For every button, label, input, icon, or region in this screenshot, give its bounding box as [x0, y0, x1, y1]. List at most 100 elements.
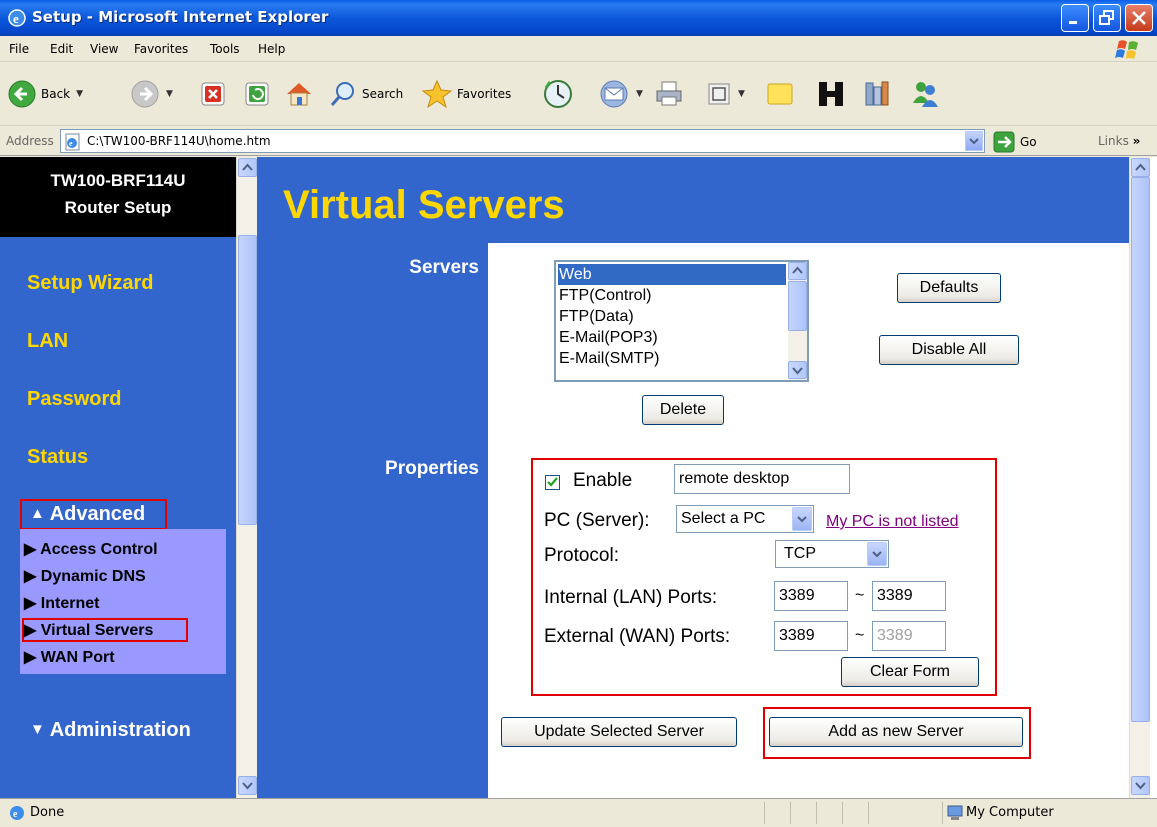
submenu-dynamic-dns[interactable]: ▶ Dynamic DNS: [24, 566, 146, 586]
enable-checkbox[interactable]: [545, 475, 560, 490]
pc-select-arrow[interactable]: [792, 507, 812, 531]
servers-listbox[interactable]: Web FTP(Control) FTP(Data) E-Mail(POP3) …: [554, 260, 809, 382]
links-button[interactable]: Links »: [1098, 134, 1140, 148]
menu-edit[interactable]: Edit: [50, 42, 73, 56]
enable-label: Enable: [573, 470, 633, 491]
address-dropdown-button[interactable]: [965, 131, 983, 151]
list-scroll-down-button[interactable]: [788, 361, 807, 379]
chevron-up-icon: [1135, 163, 1146, 171]
scroll-down-button[interactable]: [238, 776, 257, 795]
disable-all-button[interactable]: Disable All: [879, 335, 1019, 365]
scroll-up-button[interactable]: [238, 158, 257, 177]
left-scrollbar[interactable]: [236, 157, 257, 798]
windows-logo-icon: [1113, 38, 1143, 60]
edit-dropdown-icon[interactable]: ▼: [738, 89, 745, 99]
print-icon: [656, 81, 682, 106]
scroll-thumb[interactable]: [238, 235, 257, 525]
defaults-button[interactable]: Defaults: [897, 273, 1001, 303]
nav-administration[interactable]: ▼ Administration: [30, 719, 191, 742]
submenu-wan-port[interactable]: ▶ WAN Port: [24, 647, 115, 667]
favorites-button[interactable]: Favorites: [421, 76, 511, 112]
listbox-scrollbar[interactable]: [788, 262, 807, 380]
list-scroll-up-button[interactable]: [788, 262, 807, 280]
external-port-start-input[interactable]: 3389: [774, 621, 848, 651]
discuss-button[interactable]: [765, 76, 795, 112]
server-option-pop3[interactable]: E-Mail(POP3): [558, 327, 786, 348]
mail-dropdown-icon[interactable]: ▼: [636, 89, 643, 99]
add-new-server-button[interactable]: Add as new Server: [769, 717, 1023, 747]
messenger-button[interactable]: [910, 76, 940, 112]
server-option-ftp-data[interactable]: FTP(Data): [558, 306, 786, 327]
page-scroll-up-button[interactable]: [1131, 158, 1150, 177]
server-option-ftp-control[interactable]: FTP(Control): [558, 285, 786, 306]
minimize-icon: [1069, 21, 1077, 24]
internal-port-end-input[interactable]: 3389: [872, 581, 946, 611]
submenu-internet-label: Internet: [40, 595, 100, 612]
menu-file[interactable]: File: [9, 42, 29, 56]
forward-button[interactable]: ▼: [130, 76, 173, 112]
menu-help[interactable]: Help: [258, 42, 285, 56]
server-option-smtp[interactable]: E-Mail(SMTP): [558, 348, 786, 369]
restore-button[interactable]: [1093, 4, 1121, 32]
minimize-button[interactable]: [1061, 4, 1089, 32]
stop-button[interactable]: [200, 76, 226, 112]
mail-button[interactable]: ▼: [598, 76, 643, 112]
mail-icon: [600, 80, 628, 108]
media-button[interactable]: [862, 76, 892, 112]
address-input[interactable]: e C:\TW100-BRF114U\home.htm: [60, 129, 985, 153]
history-button[interactable]: [542, 76, 574, 112]
nav-lan[interactable]: LAN: [27, 330, 68, 353]
update-selected-server-button[interactable]: Update Selected Server: [501, 717, 737, 747]
back-button[interactable]: Back ▼: [7, 76, 83, 112]
favorites-label: Favorites: [457, 87, 512, 101]
triangle-right-icon: ▶: [24, 622, 37, 639]
submenu-access-control[interactable]: ▶ Access Control: [24, 539, 158, 559]
nav-password[interactable]: Password: [27, 388, 121, 411]
protocol-select[interactable]: TCP: [775, 540, 889, 568]
standard-toolbar: Back ▼ ▼ Search Favorites ▼ ▼: [0, 62, 1157, 126]
research-button[interactable]: [816, 76, 846, 112]
search-button[interactable]: Search: [328, 76, 403, 112]
page-scrollbar[interactable]: [1129, 157, 1150, 798]
window-title: Setup - Microsoft Internet Explorer: [32, 8, 329, 26]
print-button[interactable]: [654, 76, 684, 112]
page-scroll-thumb[interactable]: [1131, 177, 1150, 722]
back-dropdown-icon[interactable]: ▼: [76, 89, 83, 99]
refresh-button[interactable]: [244, 76, 270, 112]
server-option-web[interactable]: Web: [558, 264, 786, 285]
submenu-internet[interactable]: ▶ Internet: [24, 593, 99, 613]
delete-button[interactable]: Delete: [642, 395, 724, 425]
go-button[interactable]: Go: [993, 131, 1037, 153]
submenu-virtual-servers[interactable]: ▶ Virtual Servers: [24, 620, 153, 640]
brand-subtitle: Router Setup: [64, 198, 172, 217]
server-name-input[interactable]: remote desktop: [674, 464, 850, 494]
list-scroll-thumb[interactable]: [788, 281, 807, 331]
svg-text:e: e: [69, 139, 73, 148]
menu-favorites[interactable]: Favorites: [134, 42, 188, 56]
brand-header: TW100-BRF114U Router Setup: [0, 157, 236, 237]
forward-dropdown-icon[interactable]: ▼: [166, 89, 173, 99]
edit-button[interactable]: ▼: [706, 76, 745, 112]
chevron-down-icon: [969, 138, 979, 145]
pc-not-listed-link[interactable]: My PC is not listed: [826, 513, 958, 531]
page-scroll-down-button[interactable]: [1131, 776, 1150, 795]
nav-setup-wizard[interactable]: Setup Wizard: [27, 272, 154, 295]
home-button[interactable]: [284, 76, 314, 112]
menu-tools[interactable]: Tools: [210, 42, 240, 56]
clear-form-button[interactable]: Clear Form: [841, 657, 979, 687]
triangle-right-icon: ▶: [24, 568, 37, 585]
nav-administration-label: Administration: [49, 719, 191, 741]
nav-advanced[interactable]: ▲ Advanced: [30, 503, 145, 526]
chevron-down-icon: [1135, 782, 1146, 790]
nav-status[interactable]: Status: [27, 446, 88, 469]
brand-model: TW100-BRF114U: [50, 171, 186, 190]
close-button[interactable]: [1125, 4, 1153, 32]
internal-port-start-input[interactable]: 3389: [774, 581, 848, 611]
svg-text:e: e: [13, 809, 18, 820]
status-bar: e Done My Computer: [0, 798, 1157, 826]
edit-page-icon: [708, 83, 730, 105]
media-icon: [865, 81, 889, 106]
pc-select[interactable]: Select a PC: [676, 505, 814, 533]
protocol-select-arrow[interactable]: [867, 542, 887, 566]
menu-view[interactable]: View: [90, 42, 118, 56]
